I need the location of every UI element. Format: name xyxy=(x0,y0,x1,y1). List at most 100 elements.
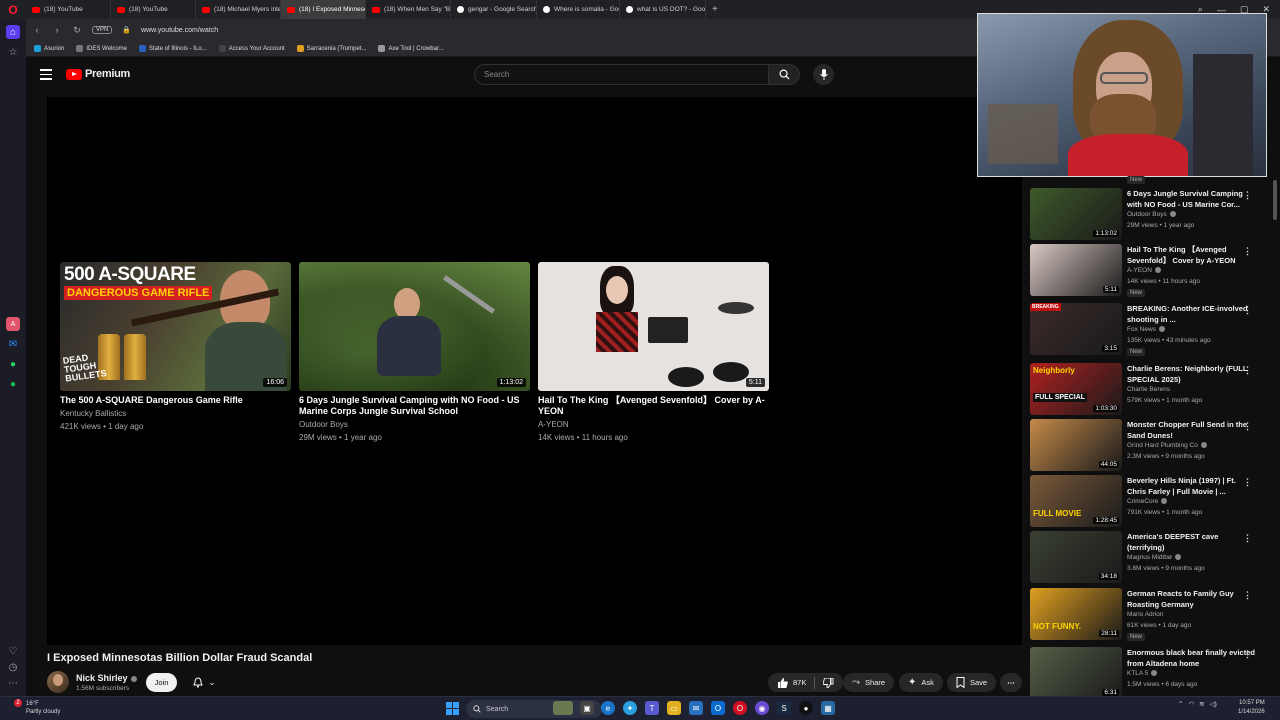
save-button[interactable]: Save xyxy=(947,673,997,692)
browser-tab[interactable]: (18) When Men Say "Be R xyxy=(366,0,451,19)
more-vertical-icon[interactable]: ⋮ xyxy=(1243,477,1252,488)
widget-icon[interactable] xyxy=(553,701,573,715)
file-explorer-icon[interactable]: ▭ xyxy=(667,701,681,715)
browser-tab[interactable]: Where is somalia - Googl xyxy=(537,0,620,19)
reload-button[interactable]: ↻ xyxy=(72,25,82,36)
end-card-channel[interactable]: A-YEON xyxy=(538,419,769,430)
new-tab-button[interactable]: + xyxy=(706,4,724,15)
star-icon[interactable]: ☆ xyxy=(6,45,20,59)
heart-icon[interactable]: ♡ xyxy=(6,644,20,658)
task-view-icon[interactable]: ▣ xyxy=(580,701,594,715)
bookmark-item[interactable]: Axe Tool | Crowbar... xyxy=(378,45,444,52)
home-icon[interactable]: ⌂ xyxy=(6,25,20,39)
game-icon[interactable]: ● xyxy=(799,701,813,715)
end-card-title[interactable]: Hail To The King 【Avenged Sevenfold】 Cov… xyxy=(538,395,769,417)
bookmark-item[interactable]: Sarracenia (Trumpet... xyxy=(296,45,366,52)
rail-video-title[interactable]: Charlie Berens: Neighborly (FULL SPECIAL… xyxy=(1127,363,1257,385)
browser-tab[interactable]: (18) Michael Myers interv xyxy=(196,0,281,19)
url-field[interactable]: www.youtube.com/watch xyxy=(141,27,218,34)
notification-button[interactable]: ⌄ xyxy=(184,673,224,692)
messenger-app-icon[interactable]: ◉ xyxy=(755,701,769,715)
rail-channel[interactable]: Charlie Berens xyxy=(1127,386,1170,393)
rail-thumbnail[interactable]: 44:05 xyxy=(1030,419,1122,471)
vpn-badge[interactable]: VPN xyxy=(92,26,113,34)
channel-name[interactable]: Nick Shirley xyxy=(76,673,137,683)
back-button[interactable]: ‹ xyxy=(32,25,42,35)
end-card[interactable]: 1:13:02 6 Days Jungle Survival Camping w… xyxy=(299,262,530,443)
rail-thumbnail[interactable]: FULL MOVIE 1:28:45 xyxy=(1030,475,1122,527)
start-button[interactable] xyxy=(446,702,459,715)
opera-logo-icon[interactable]: O xyxy=(0,0,26,19)
rail-channel[interactable]: Fox News xyxy=(1127,326,1165,333)
rail-channel[interactable]: Grind Hard Plumbing Co xyxy=(1127,442,1207,449)
join-button[interactable]: Join xyxy=(146,673,177,692)
teams-icon[interactable]: T xyxy=(645,701,659,715)
history-icon[interactable]: ◷ xyxy=(6,660,20,674)
whatsapp-icon[interactable]: ● xyxy=(6,357,20,371)
more-vertical-icon[interactable]: ⋮ xyxy=(1243,246,1252,257)
rail-video-title[interactable]: Beverley Hills Ninja (1997) | Ft. Chris … xyxy=(1127,475,1257,497)
opera-icon[interactable]: O xyxy=(733,701,747,715)
search-button[interactable] xyxy=(769,64,800,85)
rail-thumbnail[interactable]: NOT FUNNY. 28:11 xyxy=(1030,588,1122,640)
rail-channel[interactable]: CrimeCore xyxy=(1127,498,1168,505)
spotify-icon[interactable]: ● xyxy=(6,377,20,391)
rail-channel[interactable]: Mario Adrion xyxy=(1127,611,1164,618)
scrollbar-thumb[interactable] xyxy=(1273,180,1277,220)
chevron-up-icon[interactable]: ⌃ xyxy=(1178,700,1183,708)
end-card-thumbnail[interactable]: 1:13:02 xyxy=(299,262,530,391)
lock-icon[interactable]: 🔒 xyxy=(122,26,131,34)
voice-search-button[interactable] xyxy=(813,64,834,85)
more-vertical-icon[interactable]: ⋮ xyxy=(1243,649,1252,660)
aria-icon[interactable]: A xyxy=(6,317,20,331)
rail-video-title[interactable]: BREAKING: Another ICE-involved shooting … xyxy=(1127,303,1257,325)
browser-tab[interactable]: (18) I Exposed Minnesota xyxy=(281,0,366,19)
rail-thumbnail[interactable]: Neighborly FULL SPECIAL 1:03:30 xyxy=(1030,363,1122,415)
ask-button[interactable]: ✦ Ask xyxy=(899,673,943,692)
rail-video-title[interactable]: Enormous black bear finally evicted from… xyxy=(1127,647,1257,669)
network-icon[interactable]: ◠ xyxy=(1188,700,1194,708)
rail-channel[interactable]: A-YEON xyxy=(1127,267,1161,274)
rail-thumbnail[interactable]: 1:13:02 xyxy=(1030,188,1122,240)
rail-thumbnail[interactable]: 34:18 xyxy=(1030,531,1122,583)
like-button[interactable]: 87K xyxy=(777,677,806,688)
browser-tab[interactable]: (18) YouTube xyxy=(26,0,111,19)
bookmark-item[interactable]: IDES Welcome xyxy=(76,45,127,52)
share-button[interactable]: ⤳ Share xyxy=(843,673,895,692)
rail-channel[interactable]: Outdoor Boys xyxy=(1127,211,1176,218)
youtube-logo[interactable]: Premium xyxy=(66,68,130,80)
bookmark-item[interactable]: Access Your Account xyxy=(218,45,285,52)
edge-icon[interactable]: e xyxy=(601,701,615,715)
thumbs-down-icon[interactable] xyxy=(823,677,834,688)
wifi-icon[interactable]: ≋ xyxy=(1199,700,1204,708)
end-card-channel[interactable]: Kentucky Ballistics xyxy=(60,408,291,419)
calculator-icon[interactable]: ▦ xyxy=(821,701,835,715)
forward-button[interactable]: › xyxy=(52,25,62,35)
clock[interactable]: 10:57 PM 1/14/2026 xyxy=(1238,699,1265,717)
rail-channel[interactable]: KTLA 5 xyxy=(1127,670,1158,677)
end-card-title[interactable]: 6 Days Jungle Survival Camping with NO F… xyxy=(299,395,530,417)
more-vertical-icon[interactable]: ⋮ xyxy=(1243,365,1252,376)
end-card-channel[interactable]: Outdoor Boys xyxy=(299,419,530,430)
outlook-icon[interactable]: O xyxy=(711,701,725,715)
bookmark-item[interactable]: State of Illinois - ILo... xyxy=(138,45,207,52)
menu-icon[interactable] xyxy=(40,69,52,83)
volume-icon[interactable]: ◁) xyxy=(1210,700,1217,708)
more-vertical-icon[interactable]: ⋮ xyxy=(1243,190,1252,201)
video-player[interactable]: 500 A-SQUARE DANGEROUS GAME RIFLE DEAD T… xyxy=(47,97,1022,645)
end-card-thumbnail[interactable]: 5:11 xyxy=(538,262,769,391)
rail-video-title[interactable]: Hail To The King 【Avenged Sevenfold】 Cov… xyxy=(1127,244,1257,266)
rail-video-title[interactable]: German Reacts to Family Guy Roasting Ger… xyxy=(1127,588,1257,610)
end-card[interactable]: 500 A-SQUARE DANGEROUS GAME RIFLE DEAD T… xyxy=(60,262,291,432)
more-vertical-icon[interactable]: ⋮ xyxy=(1243,533,1252,544)
rail-thumbnail[interactable]: BREAKING 3:15 xyxy=(1030,303,1122,355)
more-vertical-icon[interactable]: ⋮ xyxy=(1243,305,1252,316)
avatar[interactable] xyxy=(47,671,69,693)
end-card-thumbnail[interactable]: 500 A-SQUARE DANGEROUS GAME RIFLE DEAD T… xyxy=(60,262,291,391)
messenger-icon[interactable]: ✉ xyxy=(6,337,20,351)
browser-tab[interactable]: what is US DOT? - Googl xyxy=(620,0,706,19)
more-vertical-icon[interactable]: ⋮ xyxy=(1243,590,1252,601)
rail-thumbnail[interactable]: 5:11 xyxy=(1030,244,1122,296)
end-card-title[interactable]: The 500 A-SQUARE Dangerous Game Rifle xyxy=(60,395,291,406)
browser-tab[interactable]: gengar - Google Search xyxy=(451,0,537,19)
